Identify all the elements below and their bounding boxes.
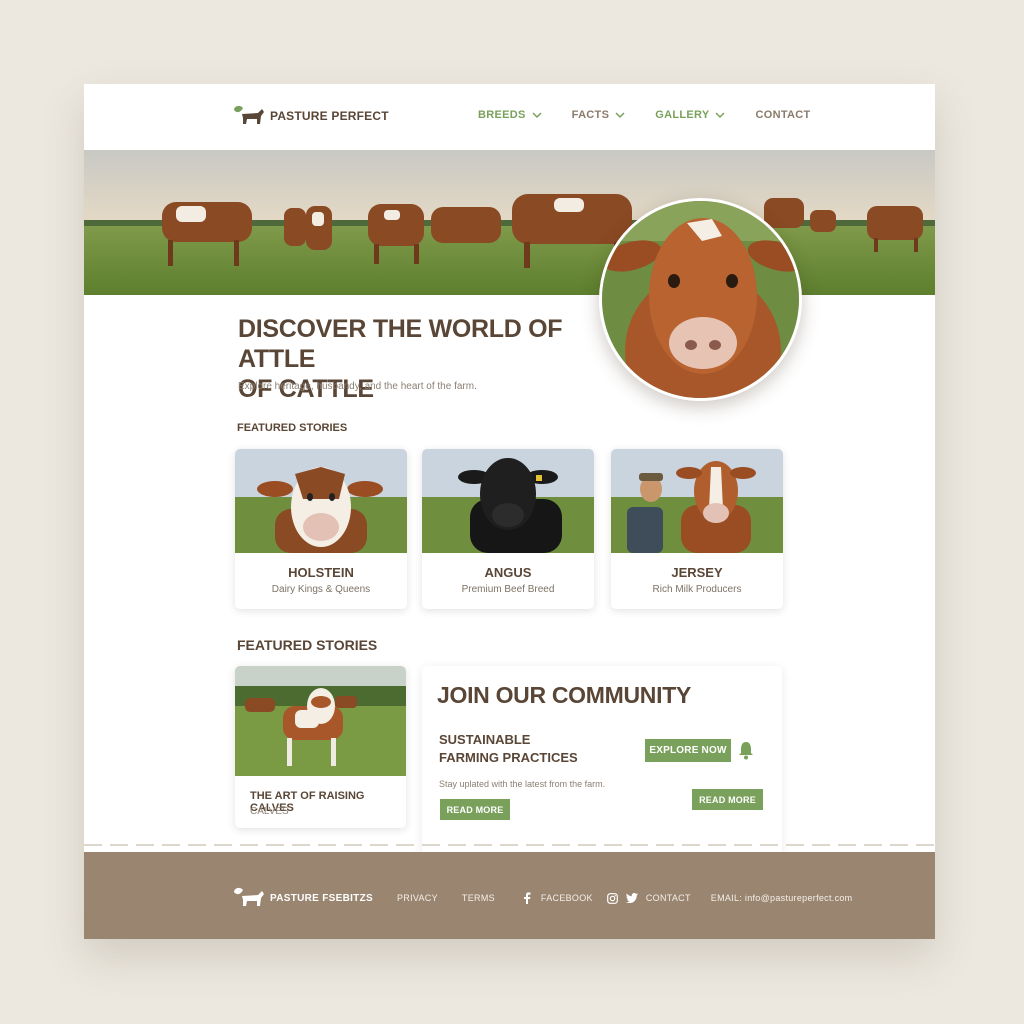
footer-brand-name: PASTURE FSEBITZS: [270, 892, 373, 904]
bell-icon[interactable]: [738, 740, 754, 760]
cow-leaf-logo-icon: [234, 105, 264, 124]
instagram-icon[interactable]: [606, 892, 618, 904]
community-subtitle: SUSTAINABLE FARMING PRACTICES: [439, 731, 609, 767]
footer-facebook-link[interactable]: FACEBOOK: [541, 893, 593, 903]
site-footer: PASTURE FSEBITZS PRIVACY TERMS FACEBOOK …: [84, 852, 935, 939]
nav-gallery-label: GALLERY: [655, 109, 710, 121]
footer-privacy-link[interactable]: PRIVACY: [397, 893, 438, 903]
community-subtitle-line-1: SUSTAINABLE: [439, 732, 531, 747]
hero-subtitle: Explore heritage, husbandy, and the hear…: [238, 381, 477, 392]
chevron-down-icon: [615, 111, 625, 118]
facebook-icon[interactable]: [523, 892, 531, 904]
breed-subtitle: Premium Beef Breed: [461, 584, 555, 595]
site-header: PASTURE PERFECT BREEDS FACTS GALLERY CON…: [84, 84, 935, 150]
community-card: JOIN OUR COMMUNITY SUSTAINABLE FARMING P…: [422, 666, 782, 856]
nav-contact-label: CONTACT: [755, 109, 811, 121]
breed-name: HOLSTEIN: [288, 565, 354, 580]
breed-subtitle: Dairy Kings & Queens: [271, 584, 371, 595]
story-card-raising-calves[interactable]: THE ART OF RAISING CALVES CALVES: [235, 666, 406, 828]
fence-divider: [84, 844, 935, 846]
breed-card-jersey[interactable]: JERSEY Rich Milk Producers: [611, 449, 783, 609]
footer-email[interactable]: EMAIL: info@pastureperfect.com: [711, 893, 853, 903]
chevron-down-icon: [715, 111, 725, 118]
breed-name: ANGUS: [484, 565, 532, 580]
nav-facts-label: FACTS: [571, 109, 610, 121]
breed-name: JERSEY: [671, 565, 723, 580]
featured-stories-heading-2: FEATURED STORIES: [237, 637, 378, 653]
brand-name: PASTURE PERFECT: [270, 109, 389, 123]
main-nav: BREEDS FACTS GALLERY CONTACT: [478, 109, 811, 121]
holstein-image: [235, 449, 407, 553]
nav-contact[interactable]: CONTACT: [755, 109, 810, 121]
hero-title-line-1: DISCOVER THE WORLD OF ATTLE: [238, 315, 563, 373]
brand-logo[interactable]: PASTURE PERFECT: [232, 104, 389, 128]
community-text: Stay uplated with the latest from the fa…: [439, 779, 606, 789]
hero-banner-image: [84, 150, 935, 295]
nav-facts[interactable]: FACTS: [572, 109, 626, 121]
community-read-more-button[interactable]: READ MORE: [692, 789, 763, 810]
page: PASTURE PERFECT BREEDS FACTS GALLERY CON…: [84, 84, 935, 939]
calf-image: [235, 666, 406, 776]
angus-image: [422, 449, 594, 553]
featured-stories-heading: FEATURED STORIES: [237, 422, 348, 434]
chevron-down-icon: [532, 111, 542, 118]
community-subtitle-line-2: FARMING PRACTICES: [439, 750, 578, 765]
featured-cow-portrait-image: [599, 198, 802, 401]
story-subtitle: CALVES: [250, 806, 289, 817]
footer-row: PASTURE FSEBITZS PRIVACY TERMS FACEBOOK …: [232, 886, 852, 910]
footer-contact-link[interactable]: CONTACT: [646, 893, 691, 903]
twitter-icon[interactable]: [625, 893, 638, 903]
breed-subtitle: Rich Milk Producers: [652, 584, 742, 595]
story-read-more-button[interactable]: READ MORE: [440, 799, 510, 820]
footer-terms-link[interactable]: TERMS: [462, 893, 495, 903]
cow-leaf-logo-icon: [234, 887, 264, 906]
nav-breeds-label: BREEDS: [478, 109, 526, 121]
breed-card-holstein[interactable]: HOLSTEIN Dairy Kings & Queens: [235, 449, 407, 609]
breed-card-angus[interactable]: ANGUS Premium Beef Breed: [422, 449, 594, 609]
explore-now-button[interactable]: EXPLORE NOW: [645, 739, 731, 762]
nav-gallery[interactable]: GALLERY: [655, 109, 725, 121]
jersey-image: [611, 449, 783, 553]
nav-breeds[interactable]: BREEDS: [478, 109, 542, 121]
community-title: JOIN OUR COMMUNITY: [437, 682, 691, 708]
